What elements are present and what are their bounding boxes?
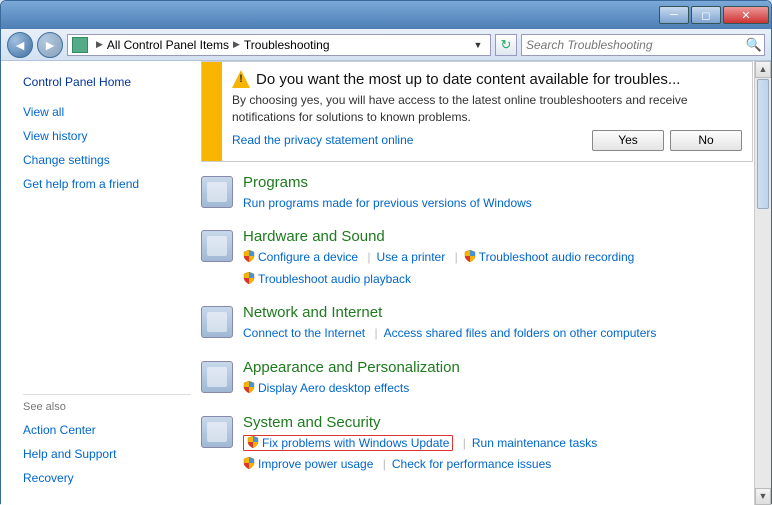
category-title-programs[interactable]: Programs	[243, 174, 753, 191]
minimize-button[interactable]: ─	[659, 6, 689, 24]
sidebar: Control Panel Home View all View history…	[1, 61, 201, 505]
shield-icon	[464, 248, 476, 260]
close-button[interactable]: ✕	[723, 6, 769, 24]
link-windows-update[interactable]: Fix problems with Windows Update	[262, 436, 449, 450]
sidebar-link-action-center[interactable]: Action Center	[23, 423, 191, 437]
link-connect-internet[interactable]: Connect to the Internet	[243, 326, 365, 340]
scroll-thumb[interactable]	[757, 79, 769, 209]
scroll-down-button[interactable]: ▼	[755, 488, 771, 505]
no-button[interactable]: No	[670, 130, 742, 151]
search-icon[interactable]: 🔍	[744, 37, 764, 53]
link-audio-recording[interactable]: Troubleshoot audio recording	[479, 250, 635, 264]
search-input[interactable]	[522, 38, 744, 52]
maximize-button[interactable]: ◻	[691, 6, 721, 24]
sidebar-link-help-support[interactable]: Help and Support	[23, 447, 191, 461]
sidebar-link-change-settings[interactable]: Change settings	[23, 153, 191, 167]
shield-icon	[243, 248, 255, 260]
link-use-printer[interactable]: Use a printer	[377, 250, 446, 264]
category-network: Network and Internet Connect to the Inte…	[201, 304, 753, 345]
control-panel-home-link[interactable]: Control Panel Home	[23, 75, 191, 89]
info-bar-title: Do you want the most up to date content …	[256, 71, 680, 88]
hardware-icon	[201, 230, 233, 262]
category-programs: Programs Run programs made for previous …	[201, 174, 753, 215]
link-shared-files[interactable]: Access shared files and folders on other…	[384, 326, 657, 340]
control-panel-icon	[72, 37, 88, 53]
search-box[interactable]: 🔍	[521, 34, 765, 56]
breadcrumb-current[interactable]: Troubleshooting	[244, 38, 330, 52]
shield-icon	[243, 270, 255, 282]
sidebar-link-get-help[interactable]: Get help from a friend	[23, 177, 191, 191]
content-pane: Do you want the most up to date content …	[201, 61, 771, 505]
category-title-hardware[interactable]: Hardware and Sound	[243, 228, 753, 245]
category-title-security[interactable]: System and Security	[243, 414, 753, 431]
sidebar-link-recovery[interactable]: Recovery	[23, 471, 191, 485]
forward-button[interactable]: ►	[37, 32, 63, 58]
sidebar-link-view-history[interactable]: View history	[23, 129, 191, 143]
yes-button[interactable]: Yes	[592, 130, 664, 151]
programs-icon	[201, 176, 233, 208]
link-run-compat[interactable]: Run programs made for previous versions …	[243, 196, 532, 210]
link-maintenance[interactable]: Run maintenance tasks	[472, 436, 597, 450]
shield-icon	[247, 434, 259, 446]
network-icon	[201, 306, 233, 338]
shield-icon	[243, 455, 255, 467]
sidebar-link-view-all[interactable]: View all	[23, 105, 191, 119]
breadcrumb-separator: ▶	[233, 39, 240, 50]
scroll-up-button[interactable]: ▲	[755, 61, 771, 78]
see-also-heading: See also	[23, 394, 191, 413]
privacy-link[interactable]: Read the privacy statement online	[232, 133, 413, 147]
breadcrumb-dropdown[interactable]: ▼	[470, 40, 486, 50]
category-title-appearance[interactable]: Appearance and Personalization	[243, 359, 753, 376]
shield-icon	[243, 379, 255, 391]
info-bar-text: By choosing yes, you will have access to…	[232, 92, 742, 126]
appearance-icon	[201, 361, 233, 393]
link-configure-device[interactable]: Configure a device	[258, 250, 358, 264]
scrollbar[interactable]: ▲ ▼	[754, 61, 771, 505]
info-bar: Do you want the most up to date content …	[201, 61, 753, 162]
link-performance[interactable]: Check for performance issues	[392, 457, 551, 471]
breadcrumb[interactable]: ▶ All Control Panel Items ▶ Troubleshoot…	[67, 34, 491, 56]
window: ─ ◻ ✕ ◄ ► ▶ All Control Panel Items ▶ Tr…	[0, 0, 772, 504]
breadcrumb-parent[interactable]: All Control Panel Items	[107, 38, 229, 52]
info-bar-stripe	[202, 62, 222, 161]
refresh-button[interactable]: ↻	[495, 34, 517, 56]
category-security: System and Security Fix problems with Wi…	[201, 414, 753, 476]
link-audio-playback[interactable]: Troubleshoot audio playback	[258, 272, 411, 286]
category-appearance: Appearance and Personalization Display A…	[201, 359, 753, 400]
warning-icon	[232, 70, 250, 88]
category-title-network[interactable]: Network and Internet	[243, 304, 753, 321]
breadcrumb-separator: ▶	[96, 39, 103, 50]
security-icon	[201, 416, 233, 448]
titlebar[interactable]: ─ ◻ ✕	[1, 1, 771, 29]
link-aero-effects[interactable]: Display Aero desktop effects	[258, 381, 409, 395]
link-power-usage[interactable]: Improve power usage	[258, 457, 373, 471]
category-hardware: Hardware and Sound Configure a device |U…	[201, 228, 753, 290]
back-button[interactable]: ◄	[7, 32, 33, 58]
address-bar: ◄ ► ▶ All Control Panel Items ▶ Troubles…	[1, 29, 771, 61]
